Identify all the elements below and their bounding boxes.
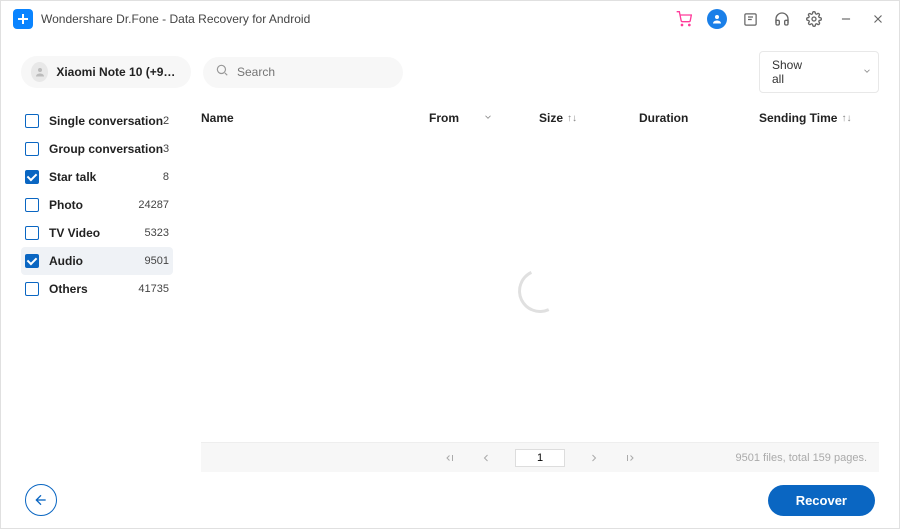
sidebar-item-label: Star talk [49,170,163,184]
titlebar-actions [675,9,887,29]
sidebar-item-label: Single conversation [49,114,163,128]
app-title: Wondershare Dr.Fone - Data Recovery for … [41,12,675,26]
titlebar: Wondershare Dr.Fone - Data Recovery for … [1,1,899,37]
first-page-icon[interactable] [443,451,457,465]
column-sending[interactable]: Sending Time ↑↓ [759,111,879,125]
page-status: 9501 files, total 159 pages. [736,452,867,464]
column-size[interactable]: Size ↑↓ [539,111,639,125]
filter-label: Show all [772,58,802,86]
column-from[interactable]: From [429,111,539,125]
sidebar-item-count: 24287 [138,199,169,211]
chevron-down-icon [483,112,493,125]
back-button[interactable] [25,484,57,516]
checkbox[interactable] [25,282,39,296]
sidebar-item[interactable]: TV Video5323 [21,219,173,247]
column-duration[interactable]: Duration [639,111,759,125]
device-avatar-icon [31,62,48,82]
sidebar-item-label: Audio [49,254,145,268]
chevron-down-icon [862,65,872,79]
sidebar-item[interactable]: Photo24287 [21,191,173,219]
device-selector[interactable]: Xiaomi Note 10 (+92315... [21,56,191,88]
device-name: Xiaomi Note 10 (+92315... [56,65,181,79]
sort-icon: ↑↓ [841,113,851,124]
prev-page-icon[interactable] [479,451,493,465]
content-row: Single conversation2Group conversation3S… [21,107,879,472]
sidebar-item-count: 41735 [138,283,169,295]
sidebar-item[interactable]: Single conversation2 [21,107,173,135]
sidebar-item-label: TV Video [49,226,145,240]
next-page-icon[interactable] [587,451,601,465]
sidebar-item-count: 9501 [145,255,169,267]
support-icon[interactable] [773,10,791,28]
checkbox[interactable] [25,198,39,212]
sort-icon: ↑↓ [567,113,577,124]
filter-dropdown[interactable]: Show all [759,51,879,93]
sidebar-item[interactable]: Group conversation3 [21,135,173,163]
search-icon [215,63,229,82]
last-page-icon[interactable] [623,451,637,465]
sidebar-item-label: Group conversation [49,142,163,156]
column-name[interactable]: Name [201,111,429,125]
minimize-icon[interactable] [837,10,855,28]
main-area: Xiaomi Note 10 (+92315... Show all Singl… [1,37,899,472]
table-area: Name From Size ↑↓ Duration Sending Time … [181,107,879,472]
checkbox[interactable] [25,170,39,184]
close-icon[interactable] [869,10,887,28]
loading-area [201,139,879,442]
recover-button[interactable]: Recover [768,485,875,516]
sidebar: Single conversation2Group conversation3S… [21,107,181,472]
checkbox[interactable] [25,142,39,156]
settings-icon[interactable] [805,10,823,28]
sidebar-item-count: 3 [163,143,169,155]
checkbox[interactable] [25,226,39,240]
sidebar-item-label: Others [49,282,138,296]
search-input[interactable] [237,65,392,79]
checkbox[interactable] [25,254,39,268]
sidebar-item[interactable]: Others41735 [21,275,173,303]
sidebar-item-label: Photo [49,198,138,212]
sidebar-item-count: 8 [163,171,169,183]
spinner-icon [512,262,568,318]
sidebar-item-count: 2 [163,115,169,127]
toolbar: Xiaomi Note 10 (+92315... Show all [21,51,879,93]
feedback-icon[interactable] [741,10,759,28]
pagination-bar: 9501 files, total 159 pages. [201,442,879,472]
search-bar[interactable] [203,57,403,88]
page-input[interactable] [515,449,565,467]
user-account-icon[interactable] [707,9,727,29]
sidebar-item[interactable]: Audio9501 [21,247,173,275]
footer: Recover [1,472,899,528]
sidebar-item-count: 5323 [145,227,169,239]
sidebar-item[interactable]: Star talk8 [21,163,173,191]
checkbox[interactable] [25,114,39,128]
table-header: Name From Size ↑↓ Duration Sending Time … [201,107,879,139]
cart-icon[interactable] [675,10,693,28]
app-logo-icon [13,9,33,29]
